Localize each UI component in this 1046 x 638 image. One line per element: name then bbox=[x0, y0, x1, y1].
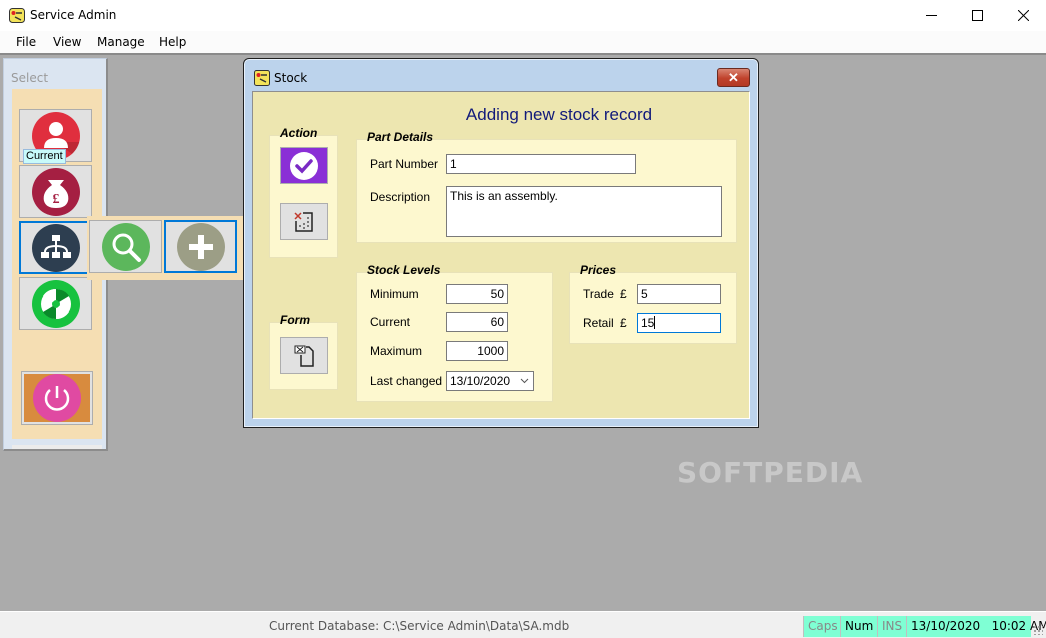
stock-levels-legend: Stock Levels bbox=[367, 263, 441, 277]
search-stock-button[interactable] bbox=[89, 220, 162, 273]
strip-base bbox=[12, 445, 102, 449]
check-icon bbox=[290, 151, 318, 180]
retail-currency: £ bbox=[620, 316, 627, 330]
datetime-indicator: 13/10/2020 10:02 AM bbox=[906, 616, 1046, 637]
save-button[interactable] bbox=[280, 147, 328, 184]
maximum-label: Maximum bbox=[370, 344, 423, 358]
minimize-button[interactable] bbox=[908, 0, 954, 31]
chevron-down-icon bbox=[520, 378, 529, 384]
magnifier-icon bbox=[101, 222, 150, 271]
text-caret bbox=[654, 316, 656, 329]
tooltip: Current bbox=[23, 149, 66, 164]
clear-form-icon bbox=[294, 211, 313, 232]
close-button[interactable] bbox=[1000, 0, 1046, 31]
close-form-icon bbox=[294, 345, 314, 367]
form-heading: Adding new stock record bbox=[465, 105, 653, 124]
menu-file[interactable]: File bbox=[16, 35, 36, 49]
part-details-legend: Part Details bbox=[367, 130, 434, 144]
caps-indicator: Caps bbox=[803, 616, 840, 637]
part-number-label: Part Number bbox=[370, 157, 439, 171]
menu-view[interactable]: View bbox=[53, 35, 81, 49]
app-logo-icon bbox=[9, 8, 25, 23]
exit-button[interactable] bbox=[21, 371, 93, 425]
prices-legend: Prices bbox=[580, 263, 617, 277]
retail-label: Retail bbox=[583, 316, 614, 330]
stock-flyout bbox=[87, 216, 243, 280]
maximize-button[interactable] bbox=[954, 0, 1000, 31]
part-details-group: Part Details Part Number 1 Description T… bbox=[356, 130, 737, 243]
menu-bar: File View Manage Help bbox=[0, 31, 1046, 55]
select-caption: Select bbox=[11, 71, 49, 85]
plus-icon bbox=[176, 222, 225, 271]
action-legend: Action bbox=[280, 126, 318, 140]
svg-text:£: £ bbox=[52, 192, 59, 207]
dialog-body: Adding new stock record Action Form Part… bbox=[252, 91, 750, 419]
status-bar: Current Database: C:\Service Admin\Data\… bbox=[0, 611, 1046, 638]
menu-manage[interactable]: Manage bbox=[97, 35, 145, 49]
minimize-icon bbox=[925, 15, 937, 16]
database-path: Current Database: C:\Service Admin\Data\… bbox=[269, 619, 570, 633]
form-legend: Form bbox=[280, 313, 310, 327]
num-indicator: Num bbox=[840, 616, 877, 637]
power-icon bbox=[33, 374, 81, 422]
stock-levels-group: Stock Levels Minimum 50 Current 60 Maxim… bbox=[356, 263, 553, 402]
watermark: SOFTPEDIA bbox=[677, 456, 864, 489]
hierarchy-icon bbox=[31, 223, 80, 272]
window-title: Service Admin bbox=[30, 8, 117, 22]
stock-dialog: Stock ✕ Adding new stock record Action F… bbox=[243, 58, 759, 428]
clear-button[interactable] bbox=[280, 203, 328, 240]
minimum-label: Minimum bbox=[370, 287, 419, 301]
last-changed-datepicker[interactable]: 13/10/2020 bbox=[446, 371, 534, 391]
minimum-input[interactable]: 50 bbox=[446, 284, 508, 304]
trade-price-input[interactable]: 5 bbox=[637, 284, 721, 304]
money-button[interactable]: £ bbox=[19, 165, 92, 218]
trade-label: Trade bbox=[583, 287, 614, 301]
dialog-close-button[interactable]: ✕ bbox=[717, 68, 750, 87]
dialog-title: Stock bbox=[274, 71, 308, 85]
add-stock-button[interactable] bbox=[164, 220, 237, 273]
part-number-input[interactable]: 1 bbox=[446, 154, 636, 174]
current-label: Current bbox=[370, 315, 411, 329]
menu-help[interactable]: Help bbox=[159, 35, 186, 49]
maximize-icon bbox=[971, 10, 983, 21]
resize-grip[interactable] bbox=[1033, 625, 1043, 635]
prices-group: Prices Trade £ 5 Retail £ 15 bbox=[569, 263, 737, 344]
close-form-button[interactable] bbox=[280, 337, 328, 374]
dialog-logo-icon bbox=[254, 70, 270, 86]
action-group: Action bbox=[269, 126, 338, 258]
mdi-workspace: Select £ Current Stock ✕ Adding new stoc… bbox=[0, 56, 1046, 611]
disc-icon bbox=[31, 279, 80, 328]
close-icon bbox=[1017, 10, 1029, 21]
last-changed-label: Last changed bbox=[370, 374, 443, 388]
last-changed-value: 13/10/2020 bbox=[450, 374, 511, 388]
description-input[interactable]: This is an assembly. bbox=[446, 186, 722, 237]
close-icon: ✕ bbox=[728, 69, 739, 85]
ins-indicator: INS bbox=[877, 616, 906, 637]
title-bar: Service Admin bbox=[0, 0, 1046, 31]
money-bag-pound-icon: £ bbox=[31, 167, 80, 216]
retail-price-value: 15 bbox=[641, 316, 655, 330]
stock-button[interactable] bbox=[19, 221, 92, 274]
description-label: Description bbox=[370, 190, 431, 204]
trade-currency: £ bbox=[620, 287, 627, 301]
retail-price-input[interactable]: 15 bbox=[637, 313, 721, 333]
current-input[interactable]: 60 bbox=[446, 312, 508, 332]
maximum-input[interactable]: 1000 bbox=[446, 341, 508, 361]
form-group: Form bbox=[269, 313, 338, 390]
service-button[interactable] bbox=[19, 277, 92, 330]
